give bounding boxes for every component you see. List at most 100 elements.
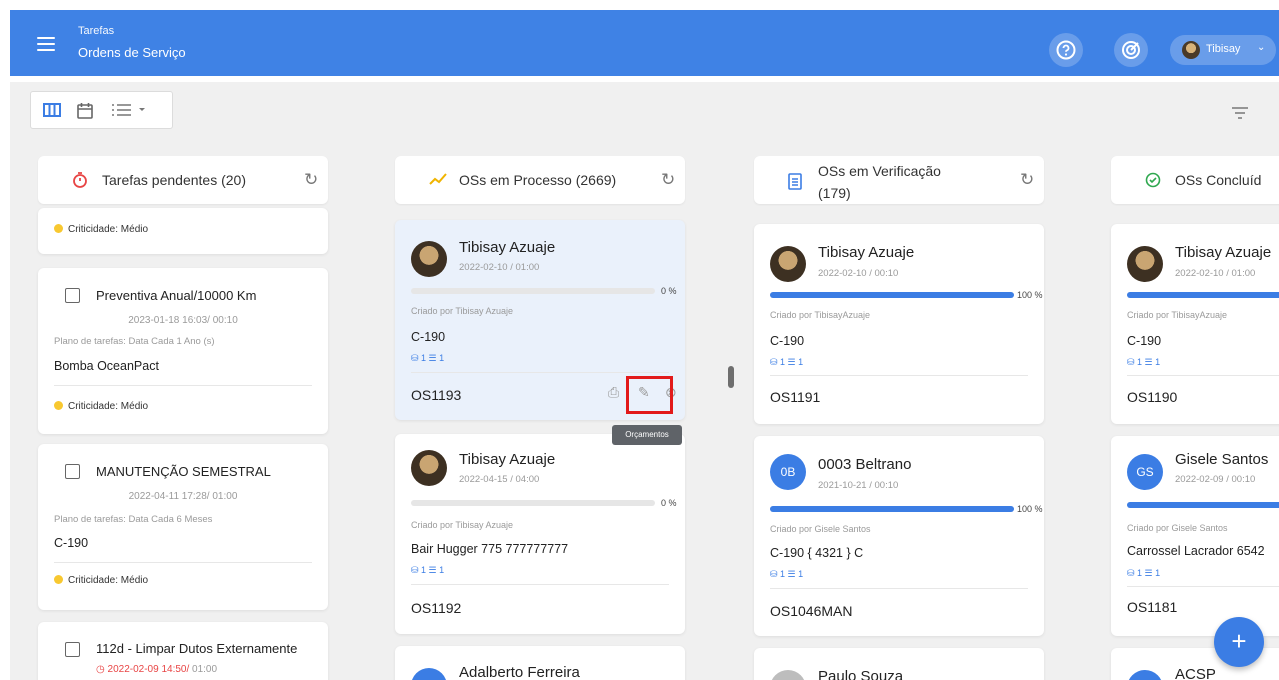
work-order-card[interactable]: Paulo Souza <box>754 648 1044 680</box>
scrollbar-thumb[interactable] <box>728 366 734 388</box>
created-by: Criado por TibisayAzuaje <box>1127 310 1228 320</box>
column-pending-tasks: Tarefas pendentes (20) ↻ Criticidade: Mé… <box>20 148 355 680</box>
criticality-label: Criticidade: Médio <box>54 224 148 235</box>
column-completed: OSs Concluíd Tibisay Azuaje 2022-02-10 /… <box>1093 148 1279 680</box>
progress-bar <box>411 500 655 506</box>
assignee-name: 0003 Beltrano <box>818 456 912 473</box>
page-title: Ordens de Serviço <box>78 45 186 60</box>
order-date: 2022-02-10 / 00:10 <box>818 268 899 279</box>
task-plan: Plano de tarefas: Data Cada 6 Meses <box>54 514 213 525</box>
add-button[interactable]: + <box>1214 617 1264 667</box>
view-toolbar <box>10 82 1279 148</box>
avatar <box>411 241 447 277</box>
refresh-icon[interactable]: ↻ <box>661 170 675 190</box>
progress-bar <box>770 292 1014 298</box>
layers-icon: ⛁ <box>1127 568 1138 578</box>
criticality-dot-icon <box>54 401 63 410</box>
order-date: 2022-02-10 / 01:00 <box>459 262 540 273</box>
timer-icon <box>73 172 87 188</box>
chevron-down-icon: ⌄ <box>1257 42 1266 53</box>
work-order-card[interactable]: AF Adalberto Ferreira <box>395 646 685 680</box>
progress-bar <box>1127 502 1279 508</box>
list-view-icon <box>112 104 145 116</box>
criticality-dot-icon <box>54 575 63 584</box>
help-button[interactable] <box>1049 33 1083 67</box>
avatar: AF <box>411 668 447 680</box>
task-card[interactable]: 112d - Limpar Dutos Externamente ◷ 2022-… <box>38 622 328 680</box>
calendar-view-icon <box>77 103 93 119</box>
column-title: OSs em Processo (2669) <box>459 172 617 188</box>
equipment: C-190 { 4321 } C <box>770 546 864 560</box>
column-header: OSs em Verificação (179) ↻ <box>754 156 1044 204</box>
assignee-name: Tibisay Azuaje <box>1175 244 1272 261</box>
column-header: OSs em Processo (2669) ↻ <box>395 156 685 204</box>
divider <box>770 375 1028 376</box>
item-counts: ⛁ 1 ☰ 1 <box>770 357 804 367</box>
avatar <box>411 450 447 486</box>
work-order-card[interactable]: Tibisay Azuaje 2022-02-10 / 00:10 100 % … <box>754 224 1044 424</box>
refresh-icon[interactable]: ↻ <box>1020 170 1034 190</box>
divider <box>770 588 1028 589</box>
order-number: OS1192 <box>411 600 462 616</box>
order-date: 2022-04-15 / 04:00 <box>459 474 540 485</box>
progress-bar <box>1127 292 1279 298</box>
created-by: Criado por TibisayAzuaje <box>770 310 871 320</box>
order-number: OS1190 <box>1127 389 1178 405</box>
print-icon[interactable]: ⎙ <box>608 384 619 401</box>
filter-button[interactable] <box>1231 106 1249 125</box>
refresh-icon[interactable]: ↻ <box>304 170 318 190</box>
created-by: Criado por Tibisay Azuaje <box>411 306 514 316</box>
task-card[interactable]: MANUTENÇÃO SEMESTRAL 2022-04-11 17:28/ 0… <box>38 444 328 610</box>
target-button[interactable] <box>1114 33 1148 67</box>
avatar <box>770 670 806 680</box>
avatar: GS <box>1127 454 1163 490</box>
criticality-label: Criticidade: Médio <box>54 401 148 412</box>
highlight-box <box>626 376 673 414</box>
progress-percent: 100 % <box>1017 290 1043 300</box>
work-order-card[interactable]: GS Gisele Santos 2022-02-09 / 00:10 Cria… <box>1111 436 1279 636</box>
criticality-label: Criticidade: Médio <box>54 575 148 586</box>
order-number: OS1046MAN <box>770 603 853 619</box>
filter-icon <box>1232 107 1248 119</box>
created-by: Criado por Tibisay Azuaje <box>411 520 514 530</box>
task-date: 2023-01-18 16:03/ 00:10 <box>128 315 238 326</box>
equipment: Carrossel Lacrador 6542 <box>1127 544 1265 558</box>
layers-icon: ⛁ <box>1127 357 1138 367</box>
order-number: OS1191 <box>770 389 821 405</box>
equipment: Bair Hugger 775 777777777 <box>411 542 569 556</box>
work-order-card[interactable]: Tibisay Azuaje 2022-02-10 / 01:00 Criado… <box>1111 224 1279 424</box>
avatar: 0B <box>770 454 806 490</box>
order-date: 2021-10-21 / 00:10 <box>818 480 899 491</box>
kanban-board: Tarefas pendentes (20) ↻ Criticidade: Mé… <box>10 148 1279 680</box>
divider <box>54 562 312 563</box>
assignee-name: ACSP <box>1175 666 1216 680</box>
progress-percent: 0 % <box>661 498 677 508</box>
check-circle-icon <box>1145 172 1161 188</box>
layers-icon: ⛁ <box>411 353 422 363</box>
list-view-button[interactable] <box>107 92 167 128</box>
columns-view-icon <box>43 103 61 117</box>
layers-icon: ⛁ <box>411 565 422 575</box>
target-icon <box>1122 41 1140 59</box>
divider <box>54 385 312 386</box>
item-counts: ⛁ 1 ☰ 1 <box>770 569 804 579</box>
divider <box>1127 586 1279 587</box>
work-order-card[interactable]: Tibisay Azuaje 2022-04-15 / 04:00 0 % Cr… <box>395 434 685 634</box>
task-card[interactable]: Criticidade: Médio <box>38 208 328 254</box>
item-counts: ⛁ 1 ☰ 1 <box>1127 357 1161 367</box>
app-section-label: Tarefas <box>78 25 115 37</box>
menu-icon[interactable] <box>37 37 55 51</box>
work-order-card[interactable]: 0B 0003 Beltrano 2021-10-21 / 00:10 100 … <box>754 436 1044 636</box>
task-checkbox[interactable] <box>65 464 80 479</box>
column-in-process: OSs em Processo (2669) ↻ Tibisay Azuaje … <box>377 148 712 680</box>
view-switcher <box>30 91 173 129</box>
column-verification: OSs em Verificação (179) ↻ Tibisay Azuaje… <box>736 148 1071 680</box>
calendar-view-button[interactable] <box>73 92 99 128</box>
avatar: AC <box>1127 670 1163 680</box>
user-menu[interactable]: Tibisay ⌄ <box>1170 35 1276 65</box>
task-checkbox[interactable] <box>65 642 80 657</box>
task-checkbox[interactable] <box>65 288 80 303</box>
equipment: C-190 <box>411 330 446 344</box>
columns-view-button[interactable] <box>39 92 67 128</box>
task-card[interactable]: Preventiva Anual/10000 Km 2023-01-18 16:… <box>38 268 328 434</box>
